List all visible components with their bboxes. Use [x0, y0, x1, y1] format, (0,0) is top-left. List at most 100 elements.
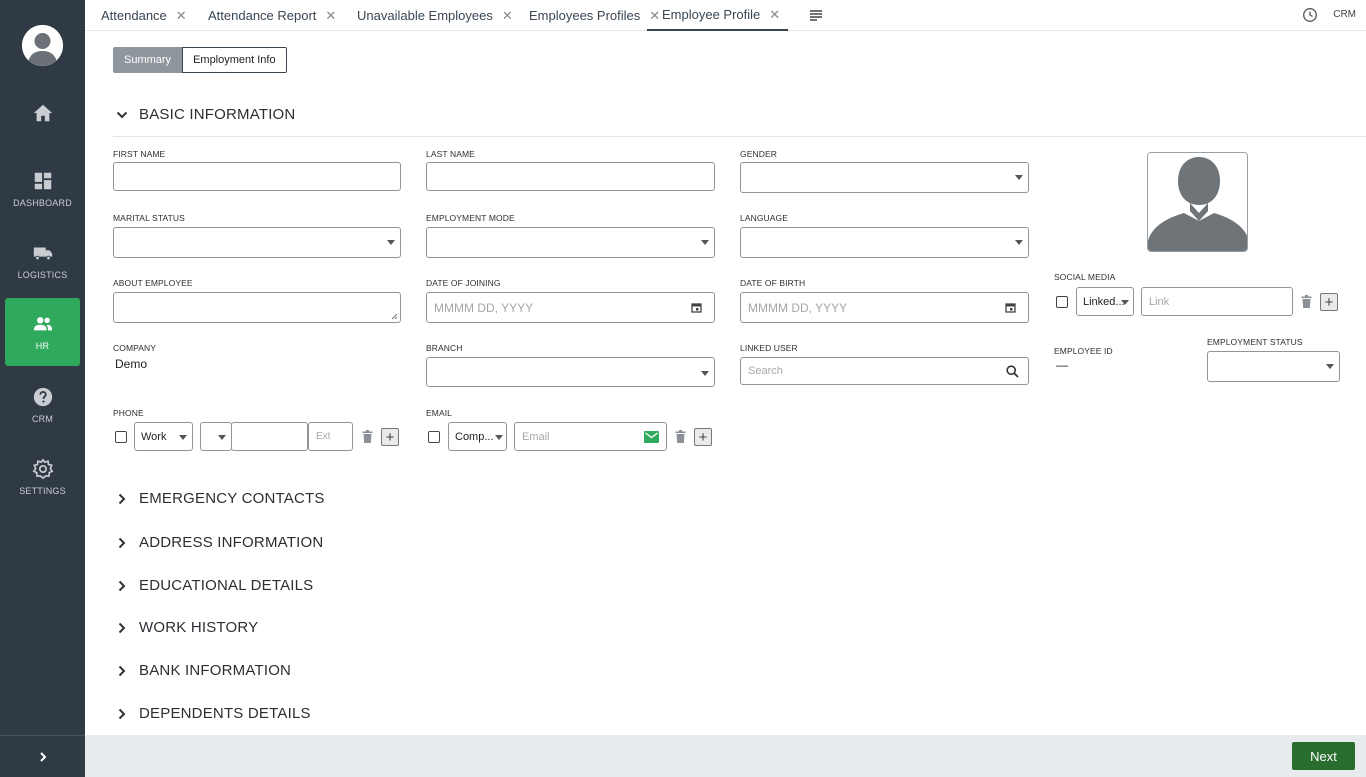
caret-down-icon [495, 435, 503, 440]
linked-user-search-input[interactable]: Search [740, 357, 1029, 385]
about-employee-textarea[interactable] [113, 292, 401, 323]
clock-icon[interactable] [1302, 7, 1318, 28]
first-name-field[interactable] [113, 162, 401, 191]
next-button[interactable]: Next [1292, 742, 1355, 770]
social-media-link-field[interactable]: Link [1141, 287, 1293, 316]
phone-label: PHONE [113, 408, 144, 418]
section-divider [113, 136, 1366, 137]
section-title: WORK HISTORY [139, 619, 259, 636]
tab-employees-profiles[interactable]: Employees Profiles ✕ [529, 0, 660, 31]
sidebar: DASHBOARD LOGISTICS HR CRM SETTINGS [0, 0, 85, 777]
add-email-button[interactable]: + [694, 428, 712, 446]
section-educational-details[interactable]: EDUCATIONAL DETAILS [113, 577, 313, 594]
sidebar-item-label: SETTINGS [19, 486, 66, 496]
trash-icon[interactable] [362, 430, 373, 443]
last-name-field[interactable] [426, 162, 715, 191]
section-work-history[interactable]: WORK HISTORY [113, 619, 258, 636]
caret-down-icon [387, 240, 395, 245]
section-basic-information[interactable]: BASIC INFORMATION [113, 106, 295, 123]
truck-icon [33, 247, 52, 261]
section-title: BASIC INFORMATION [139, 106, 296, 123]
tab-unavailable-employees[interactable]: Unavailable Employees ✕ [357, 0, 513, 31]
phone-primary-checkbox[interactable] [115, 431, 127, 443]
sidebar-item-label: LOGISTICS [17, 270, 68, 280]
employment-info-toggle[interactable]: Employment Info [182, 47, 287, 73]
section-title: ADDRESS INFORMATION [139, 534, 324, 551]
email-label: EMAIL [426, 408, 453, 418]
sidebar-item-hr[interactable]: HR [5, 298, 80, 366]
close-icon[interactable]: ✕ [325, 8, 336, 24]
tab-attendance-report[interactable]: Attendance Report ✕ [208, 0, 336, 31]
marital-status-select[interactable] [113, 227, 401, 258]
branch-select[interactable] [426, 357, 715, 387]
caret-down-icon [1326, 364, 1334, 369]
sidebar-item-home[interactable] [5, 82, 80, 150]
date-of-birth-field[interactable]: MMMM DD, YYYY [740, 292, 1029, 323]
language-select[interactable] [740, 227, 1029, 258]
email-placeholder: Email [522, 430, 550, 443]
gender-label: GENDER [740, 149, 777, 159]
tab-attendance[interactable]: Attendance ✕ [101, 0, 187, 31]
calendar-icon[interactable] [691, 302, 702, 313]
date-placeholder: MMMM DD, YYYY [434, 300, 534, 315]
close-icon[interactable]: ✕ [502, 8, 513, 24]
section-bank-information[interactable]: BANK INFORMATION [113, 662, 291, 679]
employee-id-label: EMPLOYEE ID [1054, 346, 1113, 356]
close-icon[interactable]: ✕ [176, 8, 187, 24]
employment-status-select[interactable] [1207, 351, 1340, 382]
user-avatar[interactable] [22, 25, 63, 66]
sidebar-item-dashboard[interactable]: DASHBOARD [5, 155, 80, 223]
country-code-select[interactable] [200, 422, 232, 451]
crm-label[interactable]: CRM [1333, 9, 1356, 20]
trash-icon[interactable] [1301, 295, 1312, 308]
ext-placeholder: Ext [316, 431, 331, 442]
tab-label: Attendance [101, 8, 167, 23]
gear-icon [32, 458, 53, 480]
social-media-checkbox[interactable] [1056, 296, 1068, 308]
plus-icon: + [698, 428, 708, 446]
email-primary-checkbox[interactable] [428, 431, 440, 443]
add-social-media-button[interactable]: + [1320, 293, 1338, 311]
email-type-select[interactable]: Comp... [448, 422, 507, 451]
close-icon[interactable]: ✕ [769, 7, 780, 23]
date-of-joining-label: DATE OF JOINING [426, 278, 501, 288]
tab-employee-profile[interactable]: Employee Profile ✕ [647, 0, 789, 31]
caret-down-icon [218, 435, 226, 440]
tab-list-menu-icon[interactable] [808, 8, 824, 27]
trash-icon[interactable] [675, 430, 686, 443]
add-phone-button[interactable]: + [381, 428, 399, 446]
calendar-icon[interactable] [1005, 302, 1016, 313]
section-title: EDUCATIONAL DETAILS [139, 577, 314, 594]
summary-toggle[interactable]: Summary [113, 47, 183, 73]
chevron-right-icon [39, 751, 46, 762]
sidebar-expand-button[interactable] [0, 735, 85, 777]
section-dependents-details[interactable]: DEPENDENTS DETAILS [113, 705, 311, 722]
chevron-right-icon [113, 708, 131, 720]
gender-select[interactable] [740, 162, 1029, 193]
date-of-joining-field[interactable]: MMMM DD, YYYY [426, 292, 715, 323]
search-icon[interactable] [1006, 365, 1019, 378]
sidebar-item-settings[interactable]: SETTINGS [5, 443, 80, 511]
sidebar-item-logistics[interactable]: LOGISTICS [5, 227, 80, 295]
phone-ext-field[interactable]: Ext [308, 422, 353, 451]
chevron-right-icon [113, 580, 131, 592]
language-label: LANGUAGE [740, 213, 789, 223]
social-media-type-select[interactable]: Linked... [1076, 287, 1134, 316]
employment-status-label: EMPLOYMENT STATUS [1207, 337, 1303, 347]
employment-mode-select[interactable] [426, 227, 715, 258]
section-address-information[interactable]: ADDRESS INFORMATION [113, 534, 323, 551]
resize-handle-icon[interactable] [391, 313, 398, 320]
tab-label: Employees Profiles [529, 8, 641, 23]
email-field[interactable]: Email [514, 422, 667, 451]
send-email-icon[interactable] [644, 431, 659, 443]
sidebar-item-crm[interactable]: CRM [5, 371, 80, 439]
caret-down-icon [701, 371, 709, 376]
date-placeholder: MMMM DD, YYYY [748, 300, 848, 315]
phone-type-select[interactable]: Work [134, 422, 193, 451]
employee-photo[interactable] [1147, 152, 1248, 252]
phone-number-field[interactable] [231, 422, 308, 451]
section-emergency-contacts[interactable]: EMERGENCY CONTACTS [113, 490, 325, 507]
social-media-type-value: Linked... [1083, 295, 1125, 308]
branch-label: BRANCH [426, 343, 463, 353]
email-type-value: Comp... [455, 430, 494, 443]
